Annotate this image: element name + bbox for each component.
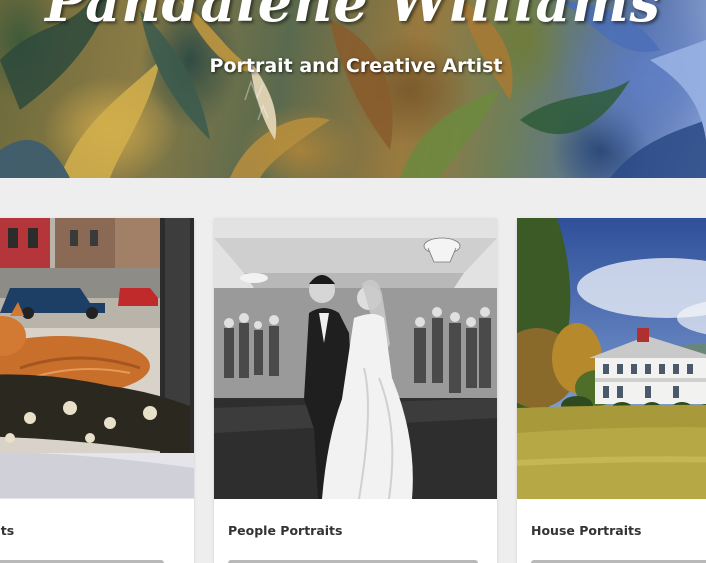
house-painting-image <box>517 218 706 499</box>
page: Pandalene Williams Portrait and Creative… <box>0 0 706 563</box>
hero-title: Pandalene Williams <box>45 0 661 34</box>
card-pet-portraits[interactable]: Pet Portraits <box>0 218 194 563</box>
card-image-pet[interactable] <box>0 218 194 499</box>
card-title-house[interactable]: House Portraits <box>531 523 641 538</box>
hero-subtitle: Portrait and Creative Artist <box>209 55 503 77</box>
card-image-house[interactable] <box>517 218 706 499</box>
card-people-portraits[interactable]: People Portraits <box>214 218 497 563</box>
card-house-portraits[interactable]: House Portraits <box>517 218 706 563</box>
card-image-people[interactable] <box>214 218 497 499</box>
card-title-pet[interactable]: Pet Portraits <box>0 523 14 538</box>
portfolio-gallery: Pet Portraits <box>0 178 706 563</box>
hero-banner: Pandalene Williams Portrait and Creative… <box>0 0 706 178</box>
cat-painting-image <box>0 218 194 499</box>
card-title-people[interactable]: People Portraits <box>228 523 342 538</box>
wedding-painting-image <box>214 218 497 499</box>
